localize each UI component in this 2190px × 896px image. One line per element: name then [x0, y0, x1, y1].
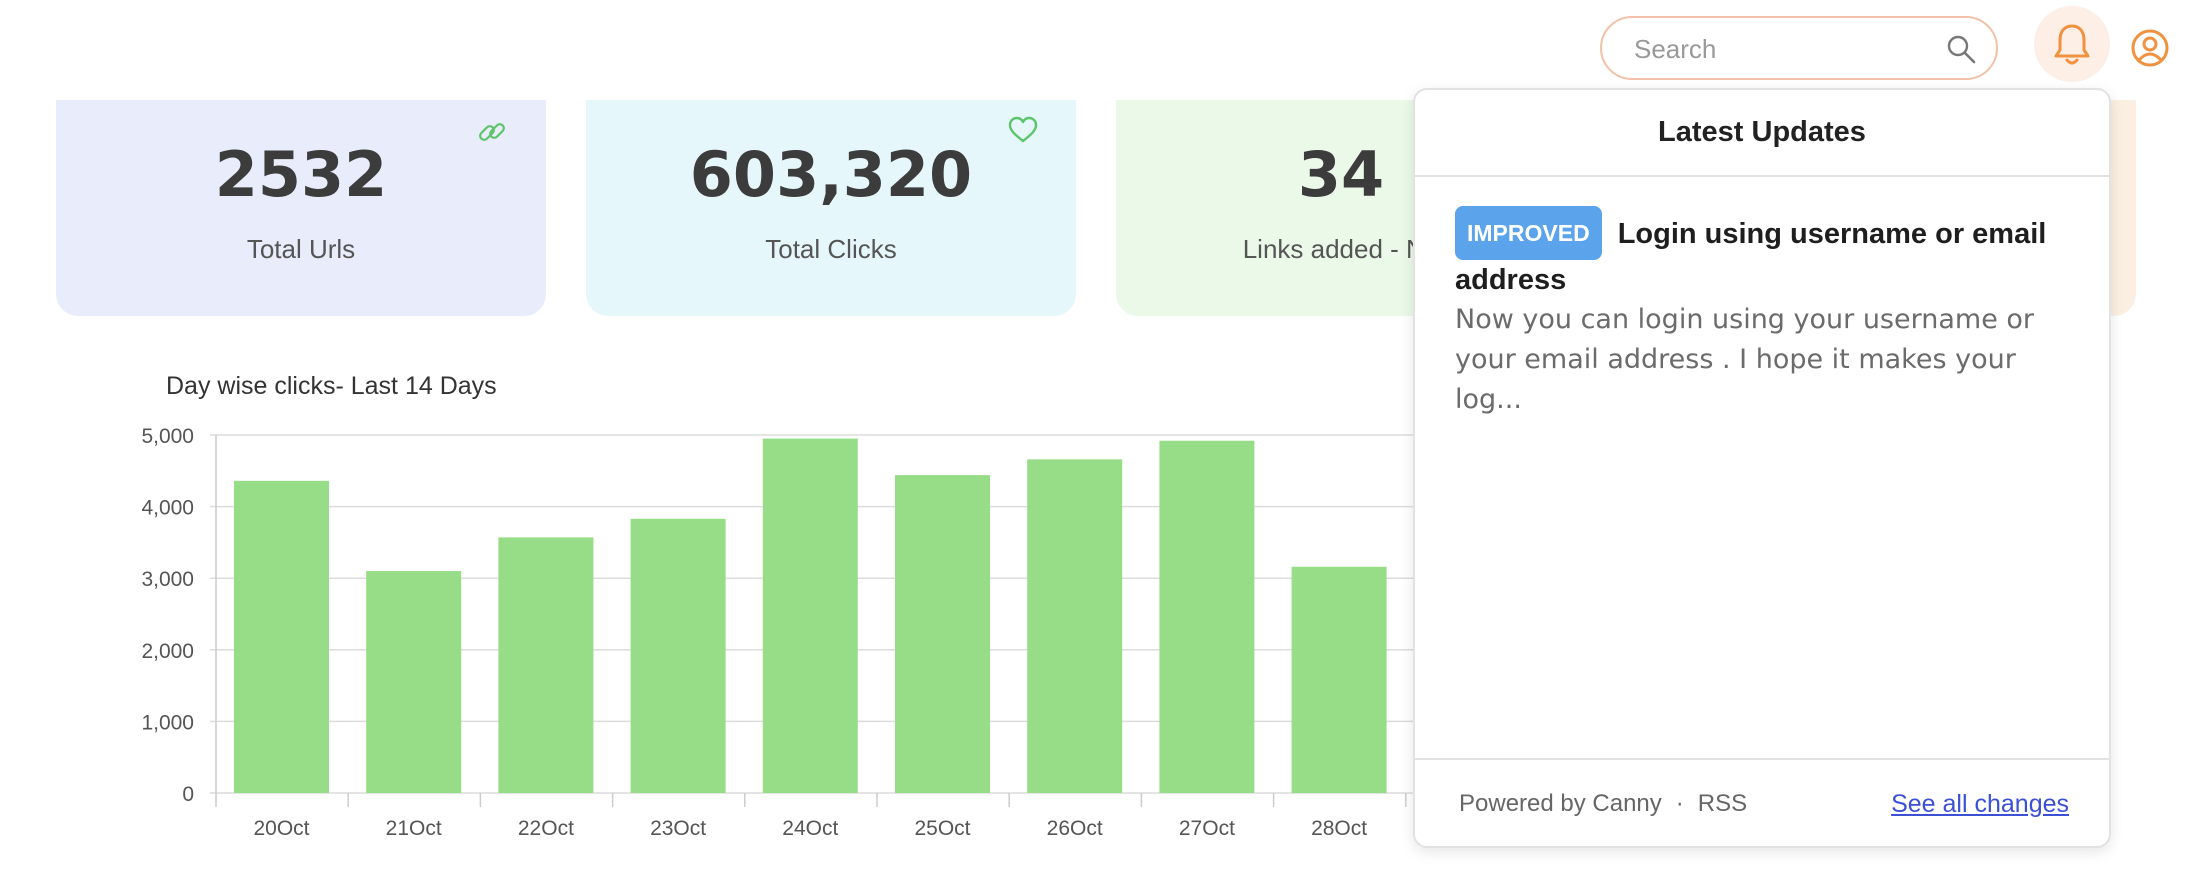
stat-value: 603,320: [689, 138, 973, 211]
notifications-button[interactable]: [2034, 6, 2110, 82]
x-tick-label: 20Oct: [253, 817, 309, 840]
y-tick-label: 5,000: [141, 425, 194, 448]
search-icon[interactable]: [1946, 34, 1976, 64]
y-tick-label: 0: [182, 783, 194, 806]
bar: [366, 571, 462, 793]
stat-card-total-clicks: 603,320 Total Clicks: [586, 100, 1076, 316]
x-tick-label: 24Oct: [782, 817, 838, 840]
x-tick-label: 22Oct: [518, 817, 574, 840]
separator: ·: [1675, 790, 1684, 817]
popover-title: Latest Updates: [1658, 116, 1866, 148]
stat-value: 2532: [214, 138, 388, 211]
search-input[interactable]: [1632, 28, 1936, 70]
divider: [1415, 175, 2109, 177]
bar: [1159, 440, 1255, 793]
x-tick-label: 25Oct: [914, 817, 970, 840]
y-tick-label: 1,000: [141, 711, 194, 734]
stat-label: Total Urls: [246, 234, 356, 264]
bar: [762, 438, 858, 793]
popover-footer: Powered by Canny · RSS: [1459, 790, 1747, 818]
y-tick-label: 3,000: [141, 568, 194, 591]
bar: [234, 480, 329, 793]
powered-by-link[interactable]: Powered by Canny: [1459, 790, 1662, 817]
x-tick-label: 27Oct: [1179, 817, 1235, 840]
update-entry[interactable]: IMPROVED Login using username or email ad…: [1455, 206, 2075, 420]
bar-chart: 0 1,000 2,000 3,000 4,000 5,000 20Oct 21Oct 22Oc…: [141, 425, 1420, 840]
x-tick-label: 21Oct: [386, 817, 442, 840]
latest-updates-popover: Latest Updates IMPROVED Login using usern…: [1413, 88, 2111, 848]
stat-card-total-urls: 2532 Total Urls: [56, 100, 546, 316]
y-tick-label: 4,000: [141, 497, 194, 520]
update-entry-body: Now you can login using your username or…: [1455, 304, 2035, 415]
stat-label: Total Clicks: [765, 234, 897, 264]
bar: [498, 537, 594, 793]
chart-title: Day wise clicks- Last 14 Days: [166, 372, 497, 400]
user-circle-icon[interactable]: [2130, 28, 2170, 68]
y-tick-label: 2,000: [141, 640, 194, 663]
x-tick-label: 23Oct: [650, 817, 706, 840]
bar: [895, 475, 990, 793]
x-tick-label: 28Oct: [1311, 817, 1367, 840]
update-badge: IMPROVED: [1455, 206, 1602, 260]
bar: [1027, 459, 1123, 793]
x-tick-label: 26Oct: [1047, 817, 1103, 840]
divider: [1415, 758, 2109, 760]
rss-link[interactable]: RSS: [1698, 790, 1747, 817]
search-box[interactable]: [1600, 16, 1998, 80]
see-all-changes-link[interactable]: See all changes: [1891, 790, 2069, 819]
bar: [630, 518, 726, 793]
update-entry-title[interactable]: IMPROVED Login using username or email ad…: [1455, 206, 2075, 300]
bar: [1291, 566, 1387, 793]
bell-icon: [2054, 24, 2090, 65]
